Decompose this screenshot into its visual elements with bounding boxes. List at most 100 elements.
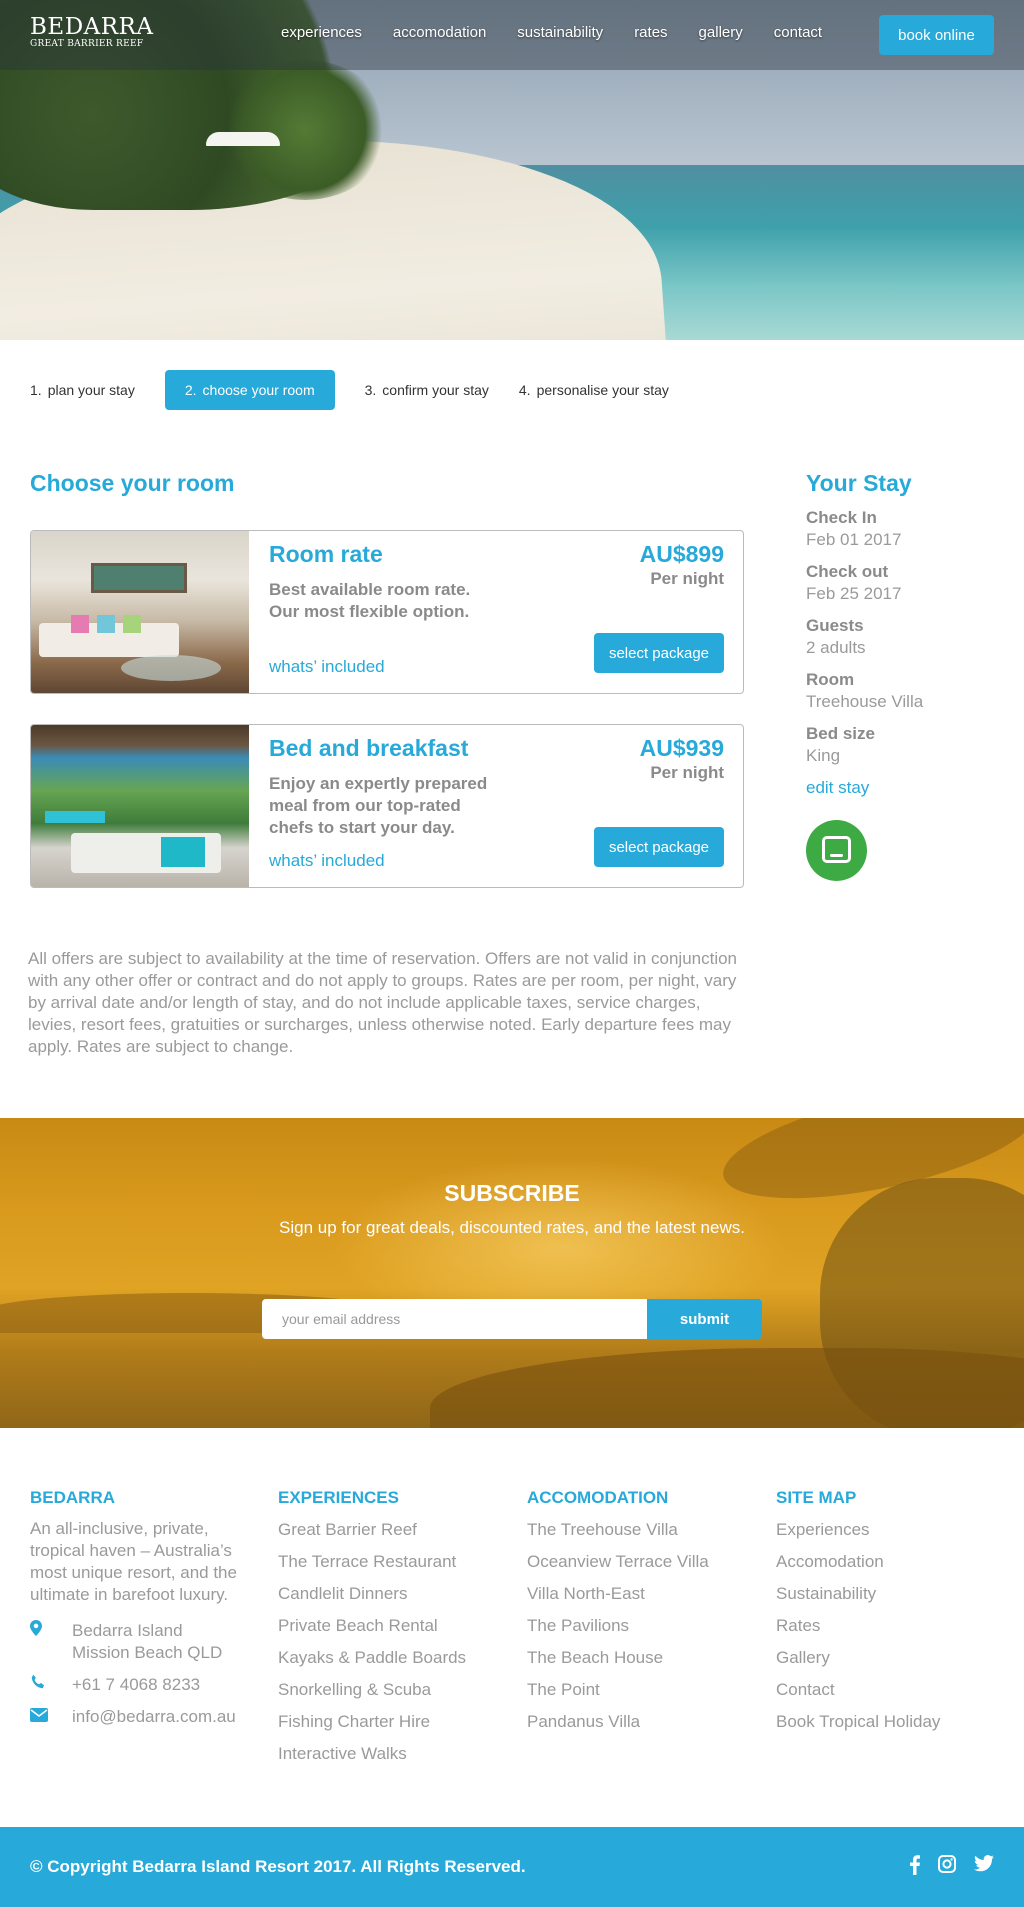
facebook-icon[interactable] <box>910 1855 920 1875</box>
email-input[interactable] <box>262 1299 647 1339</box>
footer-link[interactable]: Kayaks & Paddle Boards <box>278 1642 466 1674</box>
footer-experiences-title: EXPERIENCES <box>278 1488 399 1507</box>
footer-link[interactable]: The Terrace Restaurant <box>278 1546 466 1578</box>
step-plan-your-stay[interactable]: 1. plan your stay <box>30 370 135 410</box>
step-personalise-your-stay[interactable]: 4. personalise your stay <box>519 370 669 410</box>
footer-link[interactable]: Book Tropical Holiday <box>776 1706 940 1738</box>
price-period: Per night <box>650 569 724 588</box>
whats-included-link[interactable]: whats’ included <box>269 851 385 871</box>
phone-icon <box>30 1674 72 1696</box>
page-title: Choose your room <box>30 470 235 496</box>
package-title: Bed and breakfast <box>269 735 469 761</box>
footer-link[interactable]: Experiences <box>776 1514 940 1546</box>
coast-rocks <box>430 1348 1024 1428</box>
phone-number: +61 7 4068 8233 <box>72 1675 201 1694</box>
booking-steps: 1. plan your stay 2. choose your room 3.… <box>30 370 669 410</box>
step-confirm-your-stay[interactable]: 3. confirm your stay <box>365 370 489 410</box>
email-address: info@bedarra.com.au <box>72 1707 236 1726</box>
photo-table <box>121 655 221 681</box>
footer-link[interactable]: Interactive Walks <box>278 1738 466 1770</box>
nav-sustainability[interactable]: sustainability <box>517 24 603 41</box>
footer-link[interactable]: The Beach House <box>527 1642 709 1674</box>
subscribe-subtitle: Sign up for great deals, discounted rate… <box>279 1218 745 1237</box>
hero-umbrella <box>206 132 280 146</box>
subscribe-form: submit <box>262 1299 762 1339</box>
package-description: Best available room rate. Our most flexi… <box>269 580 471 621</box>
footer-phone[interactable]: +61 7 4068 8233 <box>30 1674 252 1696</box>
footer-link[interactable]: Rates <box>776 1610 940 1642</box>
instagram-icon[interactable] <box>938 1855 956 1875</box>
room-value: Treehouse Villa <box>806 692 924 711</box>
offers-disclaimer: All offers are subject to availability a… <box>28 949 738 1056</box>
footer-link[interactable]: The Point <box>527 1674 709 1706</box>
footer-link[interactable]: Oceanview Terrace Villa <box>527 1546 709 1578</box>
package-card-bed-and-breakfast: Bed and breakfast Enjoy an expertly prep… <box>30 724 744 888</box>
nav-accomodation[interactable]: accomodation <box>393 24 486 41</box>
nav-experiences[interactable]: experiences <box>281 24 362 41</box>
hero-palms-2 <box>220 60 390 200</box>
select-package-button[interactable]: select package <box>594 827 724 867</box>
package-price: AU$939 <box>639 735 724 761</box>
footer-link[interactable]: Snorkelling & Scuba <box>278 1674 466 1706</box>
submit-button[interactable]: submit <box>647 1299 762 1339</box>
whats-included-link[interactable]: whats’ included <box>269 657 385 677</box>
package-card-room-rate: Room rate Best available room rate. Our … <box>30 530 744 694</box>
step-choose-your-room[interactable]: 2. choose your room <box>164 370 335 410</box>
main-nav: experiences accomodation sustainability … <box>281 24 853 41</box>
check-out-label: Check out <box>806 562 889 581</box>
footer-email[interactable]: info@bedarra.com.au <box>30 1706 252 1728</box>
package-title: Room rate <box>269 541 383 567</box>
photo-cushion <box>97 615 115 633</box>
logo-name: BEDARRA <box>30 14 154 40</box>
address-line: Bedarra Island <box>72 1621 183 1640</box>
nav-rates[interactable]: rates <box>634 24 667 41</box>
footer-link[interactable]: Sustainability <box>776 1578 940 1610</box>
footer-about: BEDARRA An all-inclusive, private, tropi… <box>30 1488 252 1728</box>
footer-experiences: EXPERIENCES Great Barrier Reef The Terra… <box>278 1488 466 1770</box>
footer-link[interactable]: The Treehouse Villa <box>527 1514 709 1546</box>
guests-label: Guests <box>806 616 864 635</box>
nav-contact[interactable]: contact <box>774 24 822 41</box>
footer-link[interactable]: Contact <box>776 1674 940 1706</box>
chat-button[interactable] <box>806 820 867 881</box>
footer-link[interactable]: Accomodation <box>776 1546 940 1578</box>
footer-accomodation: ACCOMODATION The Treehouse Villa Oceanvi… <box>527 1488 709 1738</box>
top-navbar: BEDARRA GREAT BARRIER REEF experiences a… <box>0 0 1024 70</box>
your-stay-summary: Your Stay Check In Feb 01 2017 Check out… <box>806 470 1006 799</box>
map-pin-icon <box>30 1620 72 1642</box>
room-photo <box>31 531 249 693</box>
copyright-text: © Copyright Bedarra Island Resort 2017. … <box>30 1857 526 1876</box>
select-package-button[interactable]: select package <box>594 633 724 673</box>
footer-link[interactable]: Fishing Charter Hire <box>278 1706 466 1738</box>
footer-link[interactable]: Candlelit Dinners <box>278 1578 466 1610</box>
step-label: confirm your stay <box>382 382 489 398</box>
chat-icon <box>822 836 851 863</box>
step-number: 4. <box>518 382 531 398</box>
photo-pool <box>45 811 105 823</box>
footer-sitemap: SITE MAP Experiences Accomodation Sustai… <box>776 1488 940 1738</box>
package-description: Enjoy an expertly prepared meal from our… <box>269 774 488 837</box>
hero-banner: BEDARRA GREAT BARRIER REEF experiences a… <box>0 0 1024 340</box>
edit-stay-link[interactable]: edit stay <box>806 777 1006 799</box>
photo-window <box>91 563 187 593</box>
nav-gallery[interactable]: gallery <box>699 24 743 41</box>
footer-link[interactable]: Great Barrier Reef <box>278 1514 466 1546</box>
footer-link[interactable]: The Pavilions <box>527 1610 709 1642</box>
footer-link[interactable]: Villa North-East <box>527 1578 709 1610</box>
logo[interactable]: BEDARRA GREAT BARRIER REEF <box>30 15 154 49</box>
photo-cushion <box>71 615 89 633</box>
envelope-icon <box>30 1706 72 1728</box>
footer-about-title: BEDARRA <box>30 1488 115 1507</box>
copyright-bar: © Copyright Bedarra Island Resort 2017. … <box>0 1827 1024 1907</box>
footer-link[interactable]: Pandanus Villa <box>527 1706 709 1738</box>
check-in-value: Feb 01 2017 <box>806 530 902 549</box>
photo-bed-runner <box>161 837 205 867</box>
footer-sitemap-title: SITE MAP <box>776 1488 857 1507</box>
twitter-icon[interactable] <box>974 1855 994 1875</box>
book-online-button[interactable]: book online <box>879 15 994 55</box>
step-label: personalise your stay <box>536 382 669 398</box>
logo-tagline: GREAT BARRIER REEF <box>30 39 144 49</box>
step-number: 2. <box>184 382 197 398</box>
footer-link[interactable]: Private Beach Rental <box>278 1610 466 1642</box>
footer-link[interactable]: Gallery <box>776 1642 940 1674</box>
